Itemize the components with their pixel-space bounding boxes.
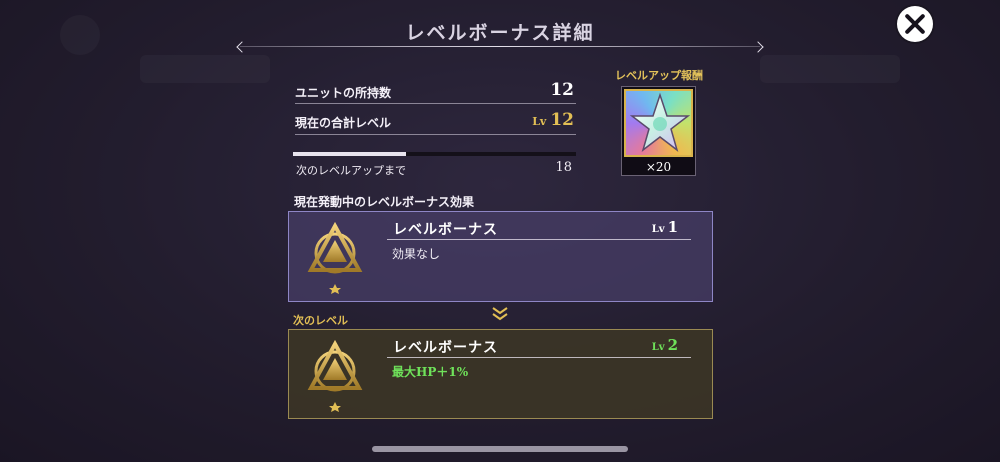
title-divider bbox=[240, 46, 760, 47]
next-level-section-label: 次のレベル bbox=[293, 314, 348, 327]
units-owned-value: 12 bbox=[550, 80, 574, 100]
lv-prefix: Lv bbox=[532, 115, 547, 128]
bonus-level: Lv 1 bbox=[652, 218, 678, 236]
units-owned-label: ユニットの所持数 bbox=[295, 86, 392, 100]
reward-count: ×20 bbox=[645, 160, 672, 174]
reward-title: レベルアップ報酬 bbox=[615, 69, 703, 82]
triangle-emblem-icon bbox=[307, 339, 363, 412]
chevron-down-icon bbox=[492, 307, 508, 321]
total-level-label: 現在の合計レベル bbox=[295, 116, 392, 130]
page-title: レベルボーナス詳細 bbox=[405, 22, 595, 44]
units-owned-row: ユニットの所持数 12 bbox=[295, 80, 576, 104]
triangle-emblem-icon bbox=[307, 221, 363, 294]
bonus-divider bbox=[387, 357, 691, 358]
bonus-divider bbox=[387, 239, 691, 240]
total-level-number: 12 bbox=[550, 110, 574, 130]
bonus-effect: 最大HP＋1% bbox=[392, 365, 469, 379]
bonus-name: レベルボーナス bbox=[393, 222, 498, 238]
bonus-level-number: 1 bbox=[667, 218, 678, 236]
rainbow-star-icon bbox=[624, 89, 693, 157]
lv-prefix: Lv bbox=[651, 224, 665, 235]
total-level-row: 現在の合計レベル Lv 12 bbox=[295, 109, 576, 135]
reward-item[interactable]: ×20 bbox=[621, 86, 696, 176]
bonus-effect: 効果なし bbox=[392, 247, 441, 261]
next-levelup-value: 18 bbox=[555, 160, 572, 175]
total-level-value: Lv 12 bbox=[532, 110, 574, 130]
bonus-level: Lv 2 bbox=[652, 336, 678, 354]
active-bonus-section-label: 現在発動中のレベルボーナス効果 bbox=[294, 195, 475, 209]
levelup-progress-fill bbox=[293, 152, 407, 156]
bonus-level-number: 2 bbox=[667, 336, 678, 354]
levelup-progress-bar bbox=[293, 152, 576, 156]
bonus-name: レベルボーナス bbox=[393, 340, 498, 356]
next-bonus-card: レベルボーナス Lv 2 最大HP＋1% bbox=[288, 329, 713, 419]
home-indicator[interactable] bbox=[372, 446, 628, 452]
close-button[interactable] bbox=[897, 6, 933, 42]
lv-prefix: Lv bbox=[651, 342, 665, 353]
next-levelup-label: 次のレベルアップまで bbox=[296, 164, 406, 177]
active-bonus-card: レベルボーナス Lv 1 効果なし bbox=[288, 211, 713, 302]
